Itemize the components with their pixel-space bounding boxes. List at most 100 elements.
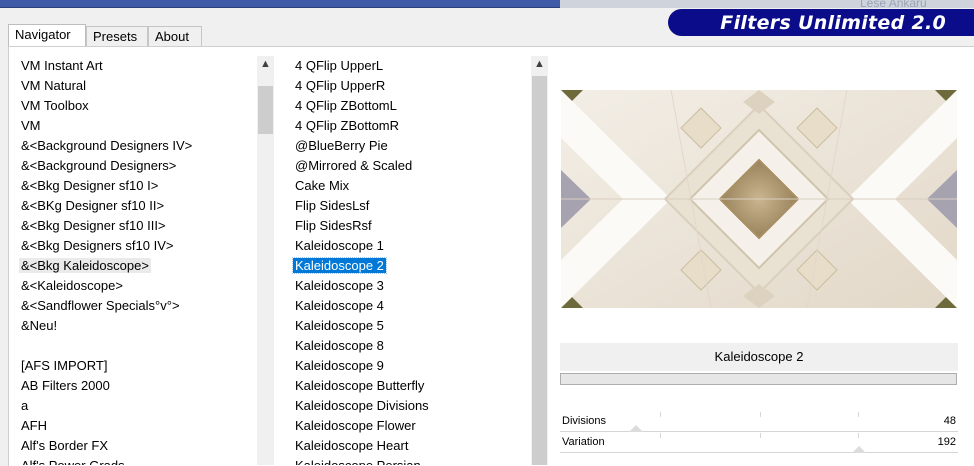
filter-item-label: Kaleidoscope 5 <box>295 318 384 333</box>
category-item-label: AFH <box>21 418 47 433</box>
title-strip-left <box>0 0 560 8</box>
tick <box>858 433 859 438</box>
category-scroll-thumb[interactable] <box>258 86 273 134</box>
filter-item[interactable]: Kaleidoscope Flower <box>290 416 529 436</box>
filter-item-label: @BlueBerry Pie <box>295 138 388 153</box>
category-item[interactable]: Alf's Border FX <box>16 436 256 456</box>
category-item[interactable]: &<Background Designers> <box>16 156 256 176</box>
kaleidoscope-preview <box>561 90 957 308</box>
filter-item-label: Kaleidoscope 9 <box>295 358 384 373</box>
tick <box>760 412 761 417</box>
banner-title: Filters Unlimited 2.0 <box>720 12 946 34</box>
filter-item[interactable]: Kaleidoscope 3 <box>290 276 529 296</box>
filter-item-label: Kaleidoscope Heart <box>295 438 409 453</box>
filter-item[interactable]: Flip SidesLsf <box>290 196 529 216</box>
category-item[interactable]: &Neu! <box>16 316 256 336</box>
param-divisions[interactable]: Divisions 48 <box>560 412 958 432</box>
category-item[interactable]: &<Bkg Designers sf10 IV> <box>16 236 256 256</box>
filter-preview-image <box>561 90 957 308</box>
filter-item[interactable]: Flip SidesRsf <box>290 216 529 236</box>
tick <box>858 412 859 417</box>
category-item-label: [AFS IMPORT] <box>21 358 108 373</box>
tab-navigator[interactable]: Navigator <box>8 24 86 47</box>
category-item-label: &<Background Designers IV> <box>21 138 193 153</box>
category-item[interactable]: VM Toolbox <box>16 96 256 116</box>
app-banner: Filters Unlimited 2.0 <box>668 9 974 36</box>
chevron-up-icon[interactable]: ▲ <box>257 56 274 73</box>
category-item-label: a <box>21 398 29 413</box>
param-label: Divisions <box>562 415 607 427</box>
category-item-label: VM Instant Art <box>21 58 103 73</box>
param-track <box>560 452 958 453</box>
category-item[interactable]: &<Sandflower Specials°v°> <box>16 296 256 316</box>
tick <box>760 433 761 438</box>
category-item[interactable]: a <box>16 396 256 416</box>
filter-item-label: Kaleidoscope 1 <box>295 238 384 253</box>
category-item[interactable]: [AFS IMPORT] <box>16 356 256 376</box>
param-value: 192 <box>937 436 956 448</box>
filter-scrollbar[interactable]: ▲ <box>531 56 548 465</box>
progress-bar <box>560 373 957 385</box>
filter-item[interactable]: Kaleidoscope 8 <box>290 336 529 356</box>
filter-item[interactable]: Kaleidoscope Persian <box>290 456 529 465</box>
tab-label: About <box>155 29 189 44</box>
category-list[interactable]: VM Instant Art VM Natural VM Toolbox VM &<Ba… <box>16 56 256 465</box>
filter-item-label: Kaleidoscope Divisions <box>295 398 429 413</box>
category-item[interactable]: &<Kaleidoscope> <box>16 276 256 296</box>
category-item[interactable]: &<Bkg Designer sf10 I> <box>16 176 256 196</box>
tab-presets[interactable]: Presets <box>86 26 148 46</box>
filter-list[interactable]: 4 QFlip UpperL 4 QFlip UpperR 4 QFlip ZBot… <box>290 56 529 465</box>
category-item[interactable]: &<Bkg Designer sf10 III> <box>16 216 256 236</box>
filter-item-label: Cake Mix <box>295 178 350 193</box>
category-item-label: &<Background Designers> <box>21 158 177 173</box>
filter-item[interactable]: Kaleidoscope 1 <box>290 236 529 256</box>
slider-knob[interactable] <box>851 446 866 453</box>
category-item[interactable]: Alf's Power Grads <box>16 456 256 465</box>
filter-item[interactable]: 4 QFlip UpperL <box>290 56 529 76</box>
category-item-label: VM Natural <box>21 78 87 93</box>
filter-item[interactable]: 4 QFlip ZBottomR <box>290 116 529 136</box>
param-label: Variation <box>562 436 605 448</box>
filter-item[interactable]: Kaleidoscope Butterfly <box>290 376 529 396</box>
filter-item[interactable]: Kaleidoscope Heart <box>290 436 529 456</box>
tab-about[interactable]: About <box>148 26 202 46</box>
category-item-label: VM <box>21 118 41 133</box>
category-item-label: Alf's Power Grads <box>19 458 127 465</box>
filter-item-label: 4 QFlip ZBottomR <box>295 118 400 133</box>
filter-item[interactable]: @Mirrored & Scaled <box>290 156 529 176</box>
chevron-up-icon[interactable]: ▲ <box>531 56 548 73</box>
filter-item[interactable]: Kaleidoscope Divisions <box>290 396 529 416</box>
filter-item[interactable]: 4 QFlip ZBottomL <box>290 96 529 116</box>
filter-item[interactable]: 4 QFlip UpperR <box>290 76 529 96</box>
tab-label: Navigator <box>15 27 71 42</box>
category-scrollbar[interactable]: ▲ <box>257 56 274 465</box>
category-item-label: Alf's Border FX <box>21 438 109 453</box>
category-item-label: &<Bkg Designer sf10 I> <box>21 178 159 193</box>
filter-item-label: 4 QFlip ZBottomL <box>295 98 397 113</box>
filter-item[interactable]: Kaleidoscope 2 <box>290 256 529 276</box>
filter-item-label: Flip SidesRsf <box>295 218 372 233</box>
category-item[interactable]: &<Bkg Kaleidoscope> <box>16 256 256 276</box>
filter-scroll-thumb[interactable] <box>532 76 547 465</box>
category-item[interactable]: VM <box>16 116 256 136</box>
category-item[interactable]: AB Filters 2000 <box>16 376 256 396</box>
category-item[interactable] <box>16 336 256 356</box>
filter-item[interactable]: @BlueBerry Pie <box>290 136 529 156</box>
param-track <box>560 431 958 432</box>
filter-item[interactable]: Cake Mix <box>290 176 529 196</box>
tick <box>660 433 661 438</box>
filter-item[interactable]: Kaleidoscope 4 <box>290 296 529 316</box>
category-item[interactable]: &<Background Designers IV> <box>16 136 256 156</box>
category-item[interactable]: &<BKg Designer sf10 II> <box>16 196 256 216</box>
slider-knob[interactable] <box>628 425 643 432</box>
category-item[interactable]: VM Instant Art <box>16 56 256 76</box>
filter-item[interactable]: Kaleidoscope 5 <box>290 316 529 336</box>
filter-item-label: Flip SidesLsf <box>295 198 370 213</box>
filter-item[interactable]: Kaleidoscope 9 <box>290 356 529 376</box>
preview-filter-name: Kaleidoscope 2 <box>560 343 958 371</box>
category-item[interactable]: AFH <box>16 416 256 436</box>
tick <box>660 412 661 417</box>
category-item-label: &<Kaleidoscope> <box>21 278 123 293</box>
param-variation[interactable]: Variation 192 <box>560 433 958 453</box>
category-item[interactable]: VM Natural <box>16 76 256 96</box>
